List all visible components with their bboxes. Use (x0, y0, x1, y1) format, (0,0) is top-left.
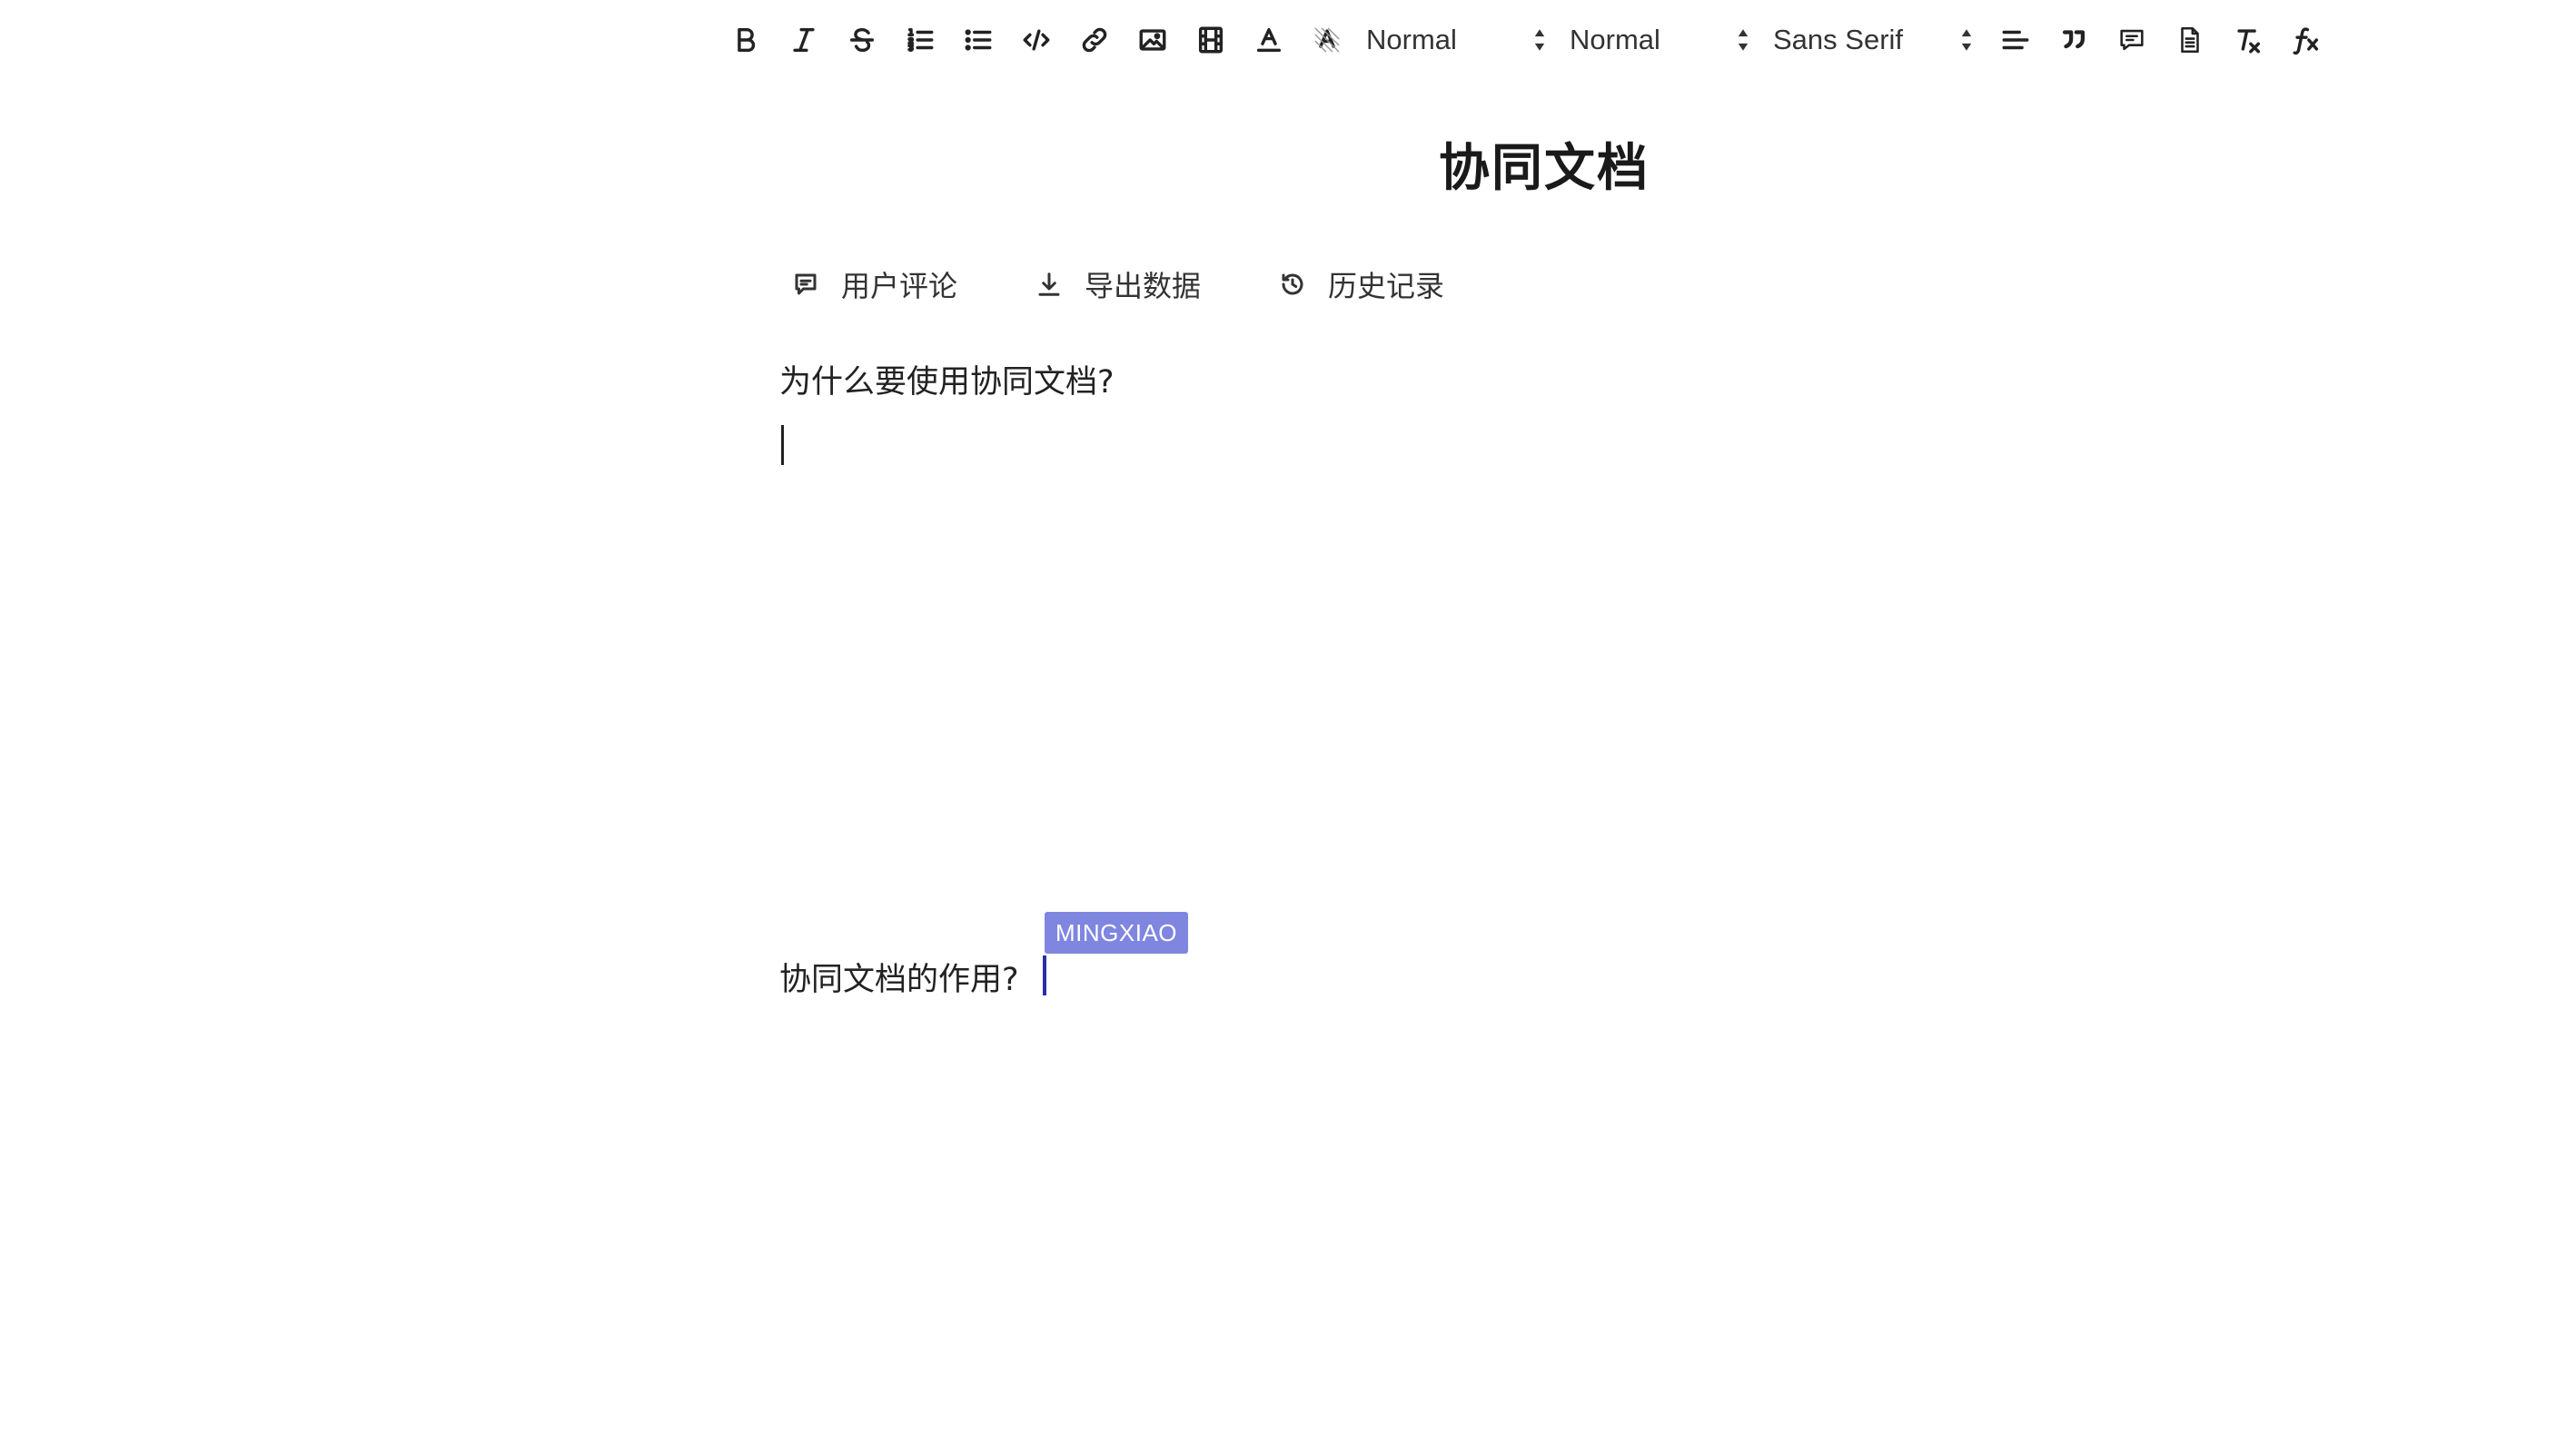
header-select[interactable]: Normal (1366, 18, 1546, 62)
quote-icon (2062, 30, 2086, 49)
font-color-icon (1256, 27, 1282, 53)
comment-icon (2120, 29, 2144, 51)
document-icon (2181, 26, 2199, 54)
font-select-value: Sans Serif (1773, 24, 1904, 55)
ordered-list-icon (907, 27, 934, 53)
download-icon (1038, 272, 1060, 296)
code-icon (1023, 29, 1050, 51)
document-button[interactable] (2171, 18, 2209, 62)
select-arrows-icon (1960, 28, 1973, 52)
code-button[interactable] (1017, 18, 1055, 62)
remote-cursor-caret (1043, 955, 1046, 995)
paragraph[interactable]: 协同文档的作用? (779, 954, 1019, 1000)
toolbar: Normal Normal Sans Serif (727, 11, 2345, 69)
italic-icon (793, 27, 815, 53)
blockquote-button[interactable] (2055, 18, 2093, 62)
paragraph[interactable]: 为什么要使用协同文档? (779, 356, 1115, 402)
background-color-button[interactable] (1308, 18, 1346, 62)
user-comments-button[interactable]: 用户评论 (792, 263, 957, 305)
bold-icon (738, 27, 756, 53)
size-select[interactable]: Normal (1570, 18, 1749, 62)
history-label: 历史记录 (1328, 269, 1445, 303)
link-button[interactable] (1075, 18, 1114, 62)
formula-button[interactable] (2287, 18, 2325, 62)
comment-icon (795, 273, 817, 295)
user-comments-label: 用户评论 (841, 269, 958, 303)
export-data-label: 导出数据 (1085, 269, 1202, 303)
font-color-button[interactable] (1250, 18, 1288, 62)
align-button[interactable] (1996, 18, 2035, 62)
clear-format-icon (2237, 29, 2261, 54)
remote-cursor-label: MINGXIAO (1045, 912, 1189, 954)
editor-app: Normal Normal Sans Serif 协同文档 用户评论 导出数据 … (0, 0, 2576, 1455)
align-left-icon (2002, 30, 2029, 50)
video-button[interactable] (1192, 18, 1230, 62)
export-data-button[interactable]: 导出数据 (1035, 263, 1201, 305)
strikethrough-icon (849, 27, 875, 53)
bullet-list-button[interactable] (959, 18, 997, 62)
document-actions: 用户评论 导出数据 历史记录 (792, 263, 1522, 305)
clear-format-button[interactable] (2229, 18, 2267, 62)
comment-button[interactable] (2113, 18, 2151, 62)
bullet-list-icon (965, 29, 992, 51)
highlight-icon (1314, 27, 1340, 53)
select-arrows-icon (1737, 28, 1749, 52)
italic-button[interactable] (785, 18, 823, 62)
strike-button[interactable] (843, 18, 881, 62)
text-caret (781, 425, 784, 465)
ordered-list-button[interactable] (901, 18, 939, 62)
link-icon (1082, 27, 1107, 53)
image-button[interactable] (1134, 18, 1172, 62)
header-select-value: Normal (1366, 24, 1457, 55)
bold-button[interactable] (727, 18, 765, 62)
history-button[interactable]: 历史记录 (1279, 263, 1444, 305)
history-icon (1282, 273, 1303, 295)
size-select-value: Normal (1570, 24, 1660, 55)
video-icon (1198, 26, 1224, 54)
font-select[interactable]: Sans Serif (1773, 18, 1973, 62)
image-icon (1139, 29, 1166, 51)
select-arrows-icon (1533, 28, 1546, 52)
formula-icon (2293, 27, 2319, 55)
document-title: 协同文档 (1439, 139, 1650, 198)
editor-content[interactable]: 为什么要使用协同文档? 协同文档的作用? MINGXIAO (779, 345, 2323, 1399)
